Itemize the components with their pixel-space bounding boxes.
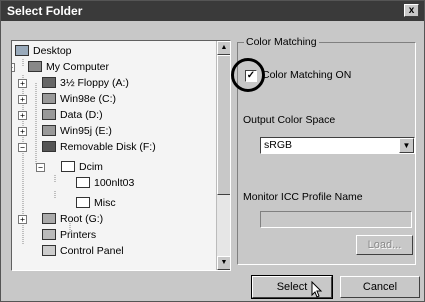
tree-item-label: Control Panel <box>60 245 124 257</box>
cancel-button[interactable]: Cancel <box>340 276 420 298</box>
scroll-down-button[interactable]: ▼ <box>217 256 230 270</box>
tree-item-label: Data (D:) <box>60 109 103 121</box>
control-panel-icon <box>42 245 56 256</box>
tree-scrollbar[interactable]: ▲ ▼ <box>216 41 230 270</box>
monitor-icc-profile-field[interactable] <box>260 211 412 228</box>
drive-icon <box>42 109 56 120</box>
tree-item-label: Desktop <box>33 45 72 57</box>
removable-disk-icon <box>42 141 56 152</box>
tree-item-label: Win98e (C:) <box>60 93 117 105</box>
expand-icon[interactable]: + <box>18 127 27 136</box>
tree-item-label: Removable Disk (F:) <box>60 141 156 153</box>
tree-item-label: Printers <box>60 229 97 241</box>
floppy-icon <box>42 77 56 88</box>
network-drive-icon <box>42 213 56 224</box>
mouse-pointer-icon <box>311 281 323 298</box>
collapse-icon[interactable]: − <box>36 163 45 172</box>
expand-icon[interactable]: + <box>18 79 27 88</box>
computer-icon <box>28 61 42 72</box>
folder-tree-items: Desktop − My Computer +3½ Floppy (A:) + Win98… <box>12 41 216 270</box>
window-title: Select Folder <box>7 4 83 18</box>
tree-item-label: 100nlt03 <box>94 177 135 189</box>
title-bar[interactable]: Select Folder x <box>1 1 424 21</box>
tree-item-label: 3½ Floppy (A:) <box>60 77 129 89</box>
printer-icon <box>42 229 56 240</box>
tree-item-label: Win95j (E:) <box>60 125 112 137</box>
drive-icon <box>42 125 56 136</box>
folder-icon <box>76 197 90 208</box>
output-color-space-value: sRGB <box>264 139 293 151</box>
close-button[interactable]: x <box>404 4 419 17</box>
color-matching-group-title: Color Matching <box>244 36 319 48</box>
drive-icon <box>42 93 56 104</box>
desktop-icon <box>15 45 29 56</box>
highlight-circle <box>231 58 265 92</box>
output-color-space-label: Output Color Space <box>243 114 336 126</box>
output-color-space-select[interactable]: sRGB ▼ <box>260 137 415 154</box>
expand-icon[interactable]: + <box>18 111 27 120</box>
collapse-icon[interactable]: − <box>18 143 27 152</box>
chevron-down-icon[interactable]: ▼ <box>399 138 414 153</box>
tree-item-label: Misc <box>94 197 116 209</box>
folder-icon <box>76 177 90 188</box>
expand-icon[interactable]: + <box>18 95 27 104</box>
select-folder-dialog: Select Folder x Desktop − My Computer +3½ F… <box>0 0 425 302</box>
tree-item-label: Dcim <box>79 161 103 173</box>
color-matching-label[interactable]: Color Matching ON <box>262 69 351 81</box>
scroll-thumb[interactable] <box>217 55 230 195</box>
load-button[interactable]: Load... <box>356 235 413 255</box>
monitor-icc-profile-label: Monitor ICC Profile Name <box>243 191 363 203</box>
tree-item-label: Root (G:) <box>60 213 104 225</box>
folder-icon <box>61 161 75 172</box>
tree-item-label: My Computer <box>46 61 110 73</box>
collapse-icon[interactable]: − <box>12 63 15 72</box>
expand-icon[interactable]: + <box>18 215 27 224</box>
folder-tree[interactable]: Desktop − My Computer +3½ Floppy (A:) + Win98… <box>11 40 231 271</box>
scroll-up-button[interactable]: ▲ <box>217 41 230 55</box>
